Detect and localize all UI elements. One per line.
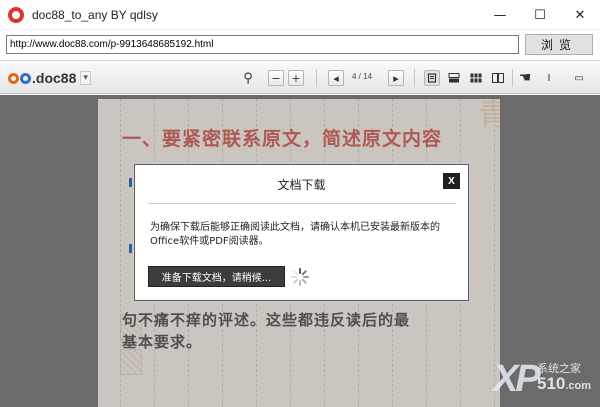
continuous-view-icon[interactable]: [446, 70, 462, 86]
dialog-divider: [148, 203, 456, 204]
previous-page-button[interactable]: ◂: [328, 70, 344, 86]
title-bar: doc88_to_any BY qdlsy — ☐ ✕: [0, 0, 600, 30]
app-icon: [8, 6, 24, 23]
next-page-button[interactable]: ▸: [388, 70, 404, 86]
maximize-button[interactable]: ☐: [520, 0, 560, 30]
zoom-out-button[interactable]: −: [268, 70, 284, 86]
watermark-domain: 510.com: [537, 374, 591, 394]
url-input[interactable]: [6, 35, 519, 54]
logo-menu-chevron-down-icon[interactable]: ▾: [80, 71, 91, 85]
watermark-brand: XP: [493, 358, 541, 400]
dialog-close-button[interactable]: X: [443, 173, 460, 189]
single-page-view-icon[interactable]: [424, 70, 440, 86]
text-select-tool-icon[interactable]: I: [542, 70, 556, 86]
toolbar-divider: [316, 69, 317, 87]
hand-tool-icon[interactable]: ☚: [516, 70, 534, 86]
toolbar-divider: [512, 69, 513, 87]
double-page-view-icon[interactable]: [490, 70, 506, 86]
logo-text: .doc88: [32, 70, 77, 86]
doc88-logo[interactable]: .doc88 ▾: [8, 70, 91, 86]
toolbar-divider: [414, 69, 415, 87]
download-dialog: 文档下载 X 为确保下载后能够正确阅读此文档，请确认本机已安装最新版本的Offi…: [134, 164, 469, 301]
window-controls: — ☐ ✕: [480, 0, 600, 30]
minimize-button[interactable]: —: [480, 0, 520, 30]
page-margin-marker: [129, 178, 132, 187]
page-margin-marker: [129, 244, 132, 253]
loading-spinner-icon: [291, 268, 309, 286]
browse-button[interactable]: 浏览: [525, 34, 593, 55]
site-watermark: XP 系统之家 510.com: [493, 358, 593, 400]
logo-orange-ring-icon: [8, 72, 19, 84]
zoom-magnifier-icon[interactable]: ⚲: [238, 70, 258, 86]
zoom-in-button[interactable]: +: [288, 70, 304, 86]
logo-blue-ring-icon: [20, 72, 31, 84]
dialog-message: 为确保下载后能够正确阅读此文档，请确认本机已安装最新版本的Office软件或PD…: [150, 222, 440, 247]
thumbnail-grid-icon[interactable]: [468, 70, 484, 86]
address-row: 浏览: [0, 31, 600, 59]
watermark-domain-suffix: .com: [565, 380, 592, 392]
fullscreen-icon[interactable]: ▭: [572, 70, 586, 86]
dialog-title: 文档下载: [277, 178, 326, 192]
window-title: doc88_to_any BY qdlsy: [32, 7, 158, 22]
page-indicator: 4 / 14: [352, 72, 373, 81]
watermark-domain-number: 510: [537, 374, 566, 393]
prepare-download-button[interactable]: 准备下载文档，请稍候...: [148, 266, 285, 287]
viewer-toolbar: .doc88 ▾ ⚲ − + ◂ 4 / 14 ▸ ☚ I ▭: [0, 60, 600, 94]
close-button[interactable]: ✕: [560, 0, 600, 30]
